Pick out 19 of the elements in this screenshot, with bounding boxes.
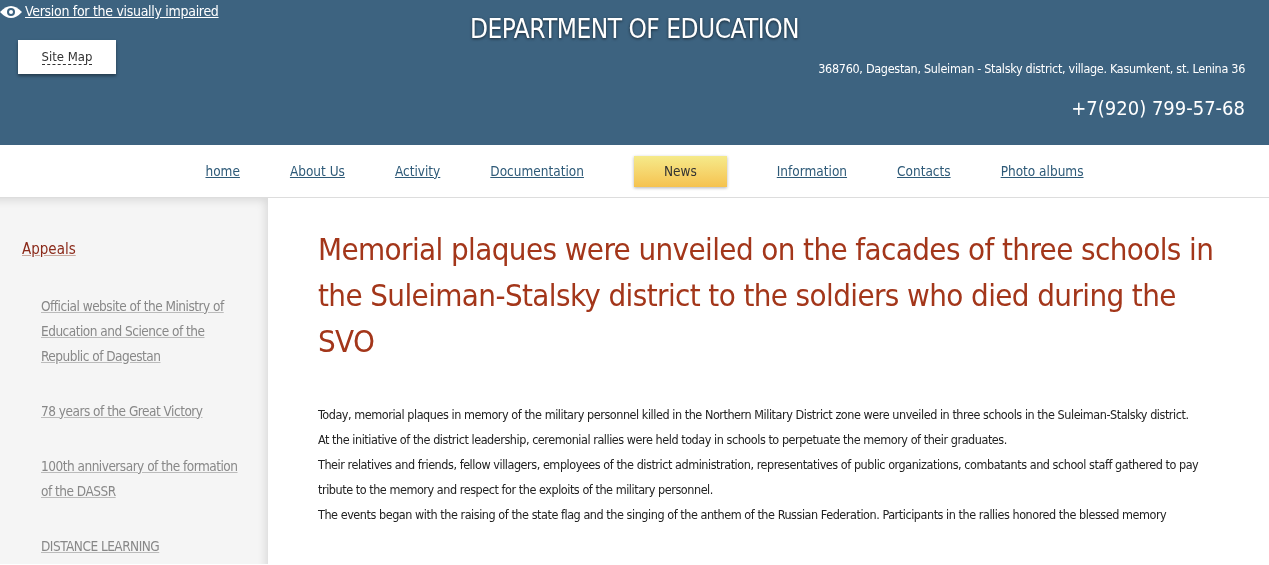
article-paragraph: Their relatives and friends, fellow villagers, employees of the district administration, representatives of public organizations, combatants and school staff gathered to pay tribute to the memory and respect for the exploits of the military personnel.	[318, 456, 1200, 499]
article-paragraph: Today, memorial plaques in memory of the military personnel killed in the Northern Military District zone were unveiled in three schools in the Suleiman-Stalsky district.	[318, 406, 1190, 424]
nav-link[interactable]: Activity	[394, 160, 441, 182]
nav-link[interactable]: Contacts	[897, 160, 951, 182]
nav-link[interactable]: home	[205, 160, 240, 182]
nav-link[interactable]: News	[633, 155, 727, 187]
sidebar-heading-link[interactable]: Appeals	[22, 238, 76, 261]
phone-number: +7(920) 799-57-68	[1071, 94, 1245, 122]
nav-link[interactable]: Photo albums	[1000, 160, 1084, 182]
article-paragraph: The events began with the raising of the state flag and the singing of the anthem of the Russian Federation. Participants in the rallies honored the blessed memory	[318, 506, 1168, 524]
nav-link[interactable]: About Us	[289, 160, 345, 182]
address-text: 368760, Dagestan, Suleiman - Stalsky district, village. Kasumkent, st. Lenina 36	[818, 60, 1245, 78]
nav-link[interactable]: Documentation	[490, 160, 584, 182]
site-title: DEPARTMENT OF EDUCATION	[469, 13, 800, 46]
nav-link[interactable]: Information	[776, 160, 848, 182]
article-title: Memorial plaques were unveiled on the facades of three schools in the Suleiman-Stalsky district to the soldiers who died during the SVO	[318, 230, 1215, 361]
accessibility-link[interactable]: Version for the visually impaired	[25, 1, 219, 22]
site-map-button[interactable]: Site Map	[18, 40, 116, 74]
article-paragraph: At the initiative of the district leadership, ceremonial rallies were held today in schools to perpetuate the memory of their graduates.	[318, 431, 1008, 449]
